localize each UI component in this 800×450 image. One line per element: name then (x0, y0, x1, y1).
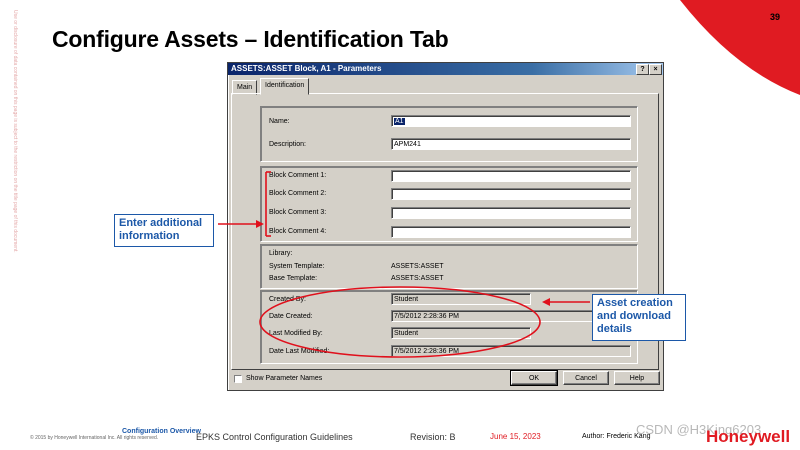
date-last-modified-field: 7/5/2012 2:28:36 PM (391, 345, 631, 357)
show-param-names-label: Show Parameter Names (246, 375, 323, 382)
created-by-label: Created By: (269, 296, 306, 303)
block-comment-3-label: Block Comment 3: (269, 209, 327, 216)
help-button[interactable]: Help (614, 371, 660, 385)
created-by-field: Student (391, 293, 531, 305)
block-comment-3-input[interactable] (391, 207, 631, 219)
asset-creation-callout: Asset creation and download details (592, 294, 686, 341)
help-titlebar-button[interactable]: ? (636, 64, 649, 75)
show-param-names-checkbox[interactable] (234, 375, 242, 383)
description-input[interactable]: APM241 (391, 138, 631, 150)
library-group: Library: System Template: ASSETS:ASSET B… (260, 244, 638, 289)
dialog-titlebar: ASSETS:ASSET Block, A1 - Parameters ? × (228, 63, 663, 75)
honeywell-logo: Honeywell (706, 427, 791, 446)
page-number: 39 (769, 12, 780, 22)
side-disclaimer: Use or disclosure of data contained on t… (12, 10, 18, 253)
enter-info-callout: Enter additional information (114, 214, 214, 247)
name-label: Name: (269, 118, 290, 125)
date-last-modified-label: Date Last Modified: (269, 348, 330, 355)
name-input[interactable]: A1 (391, 115, 631, 127)
name-group: Name: A1 Description: APM241 (260, 106, 638, 162)
date-created-label: Date Created: (269, 313, 313, 320)
block-comments-group: Block Comment 1: Block Comment 2: Block … (260, 166, 638, 242)
block-comment-1-input[interactable] (391, 170, 631, 182)
system-template-label: System Template: (269, 263, 325, 270)
name-value: A1 (394, 118, 405, 125)
base-template-label: Base Template: (269, 275, 318, 282)
audit-group: Created By: Student Date Created: 7/5/20… (260, 290, 638, 364)
footer-revision: Revision: B (410, 432, 456, 442)
parameters-dialog: ASSETS:ASSET Block, A1 - Parameters ? × … (227, 62, 664, 391)
close-titlebar-button[interactable]: × (649, 64, 662, 75)
block-comment-1-label: Block Comment 1: (269, 172, 327, 179)
block-comment-2-label: Block Comment 2: (269, 190, 327, 197)
last-modified-by-field: Student (391, 327, 531, 339)
copyright-text: © 2015 by Honeywell International Inc. A… (30, 435, 159, 441)
system-template-value: ASSETS:ASSET (391, 263, 444, 270)
block-comment-4-label: Block Comment 4: (269, 228, 327, 235)
base-template-value: ASSETS:ASSET (391, 275, 444, 282)
footer-course: EPKS Control Configuration Guidelines (196, 432, 353, 442)
footer-date: June 15, 2023 (490, 432, 541, 441)
dialog-title: ASSETS:ASSET Block, A1 - Parameters (231, 64, 382, 73)
description-label: Description: (269, 141, 306, 148)
block-comment-4-input[interactable] (391, 226, 631, 238)
ok-button[interactable]: OK (510, 370, 558, 386)
block-comment-2-input[interactable] (391, 188, 631, 200)
tab-identification[interactable]: Identification (260, 78, 310, 95)
slide-title: Configure Assets – Identification Tab (52, 26, 449, 52)
library-label: Library: (269, 250, 293, 257)
footer-section: Configuration Overview (122, 428, 201, 435)
cancel-button[interactable]: Cancel (563, 371, 609, 385)
last-modified-by-label: Last Modified By: (269, 330, 323, 337)
